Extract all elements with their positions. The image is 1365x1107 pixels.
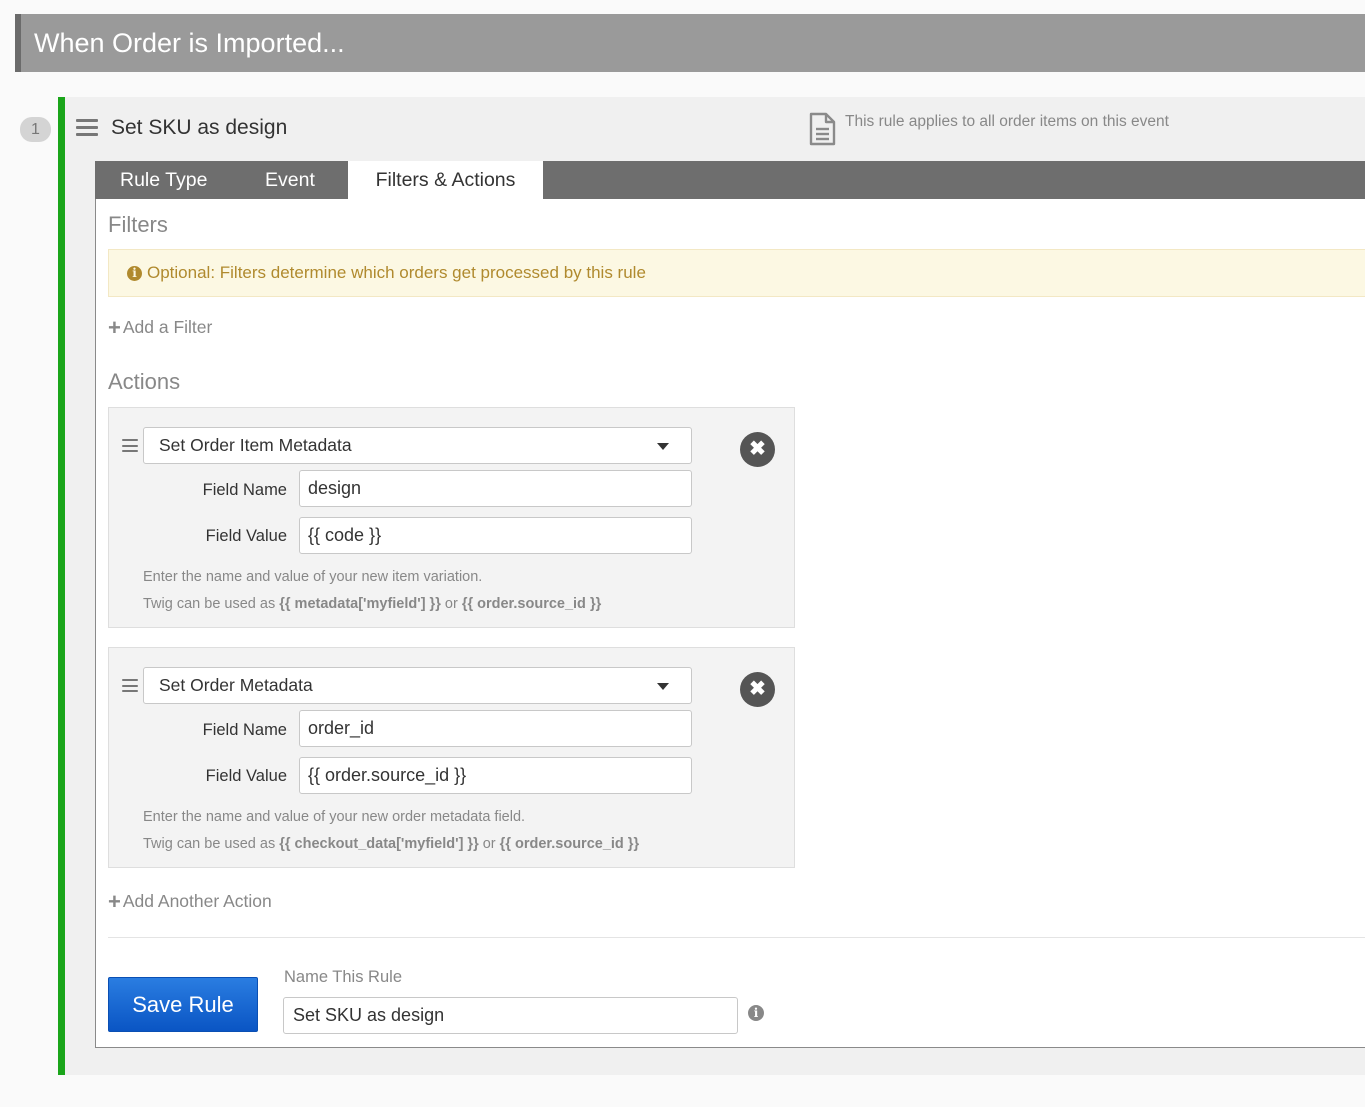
twig-example-1: {{ metadata['myfield'] }} xyxy=(279,596,441,612)
field-name-input[interactable]: design xyxy=(299,470,692,507)
action-type-select[interactable]: Set Order Metadata xyxy=(143,667,692,704)
event-title: When Order is Imported... xyxy=(34,28,345,58)
field-value-input[interactable]: {{ code }} xyxy=(299,517,692,554)
action-card: Set Order Metadata ✖ Field Name order_id… xyxy=(108,647,795,868)
twig-help-or: or xyxy=(478,836,500,852)
chevron-down-icon xyxy=(657,683,669,690)
twig-help-prefix: Twig can be used as xyxy=(143,836,280,852)
twig-help-prefix: Twig can be used as xyxy=(143,596,280,612)
divider xyxy=(108,937,1365,938)
event-header: When Order is Imported... xyxy=(15,14,1365,72)
action-twig-help: Twig can be used as {{ checkout_data['my… xyxy=(143,836,639,852)
twig-example-2: {{ order.source_id }} xyxy=(461,596,602,612)
filters-notice-text: Optional: Filters determine which orders… xyxy=(147,263,646,282)
actions-heading: Actions xyxy=(108,369,181,394)
action-type-select[interactable]: Set Order Item Metadata xyxy=(143,427,692,464)
tab-event[interactable]: Event xyxy=(265,161,315,199)
action-help-text: Enter the name and value of your new ord… xyxy=(143,809,526,825)
tab-filters-actions[interactable]: Filters & Actions xyxy=(348,161,543,199)
save-rule-button[interactable]: Save Rule xyxy=(108,977,258,1032)
drag-handle-icon[interactable] xyxy=(122,679,138,692)
filters-heading: Filters xyxy=(108,212,168,237)
field-name-label: Field Name xyxy=(202,721,287,739)
rule-name-input[interactable]: Set SKU as design xyxy=(283,997,738,1034)
plus-icon: + xyxy=(108,889,121,914)
action-help-text: Enter the name and value of your new ite… xyxy=(143,569,483,585)
add-filter-link[interactable]: + Add a Filter xyxy=(108,315,212,341)
filters-notice: i Optional: Filters determine which order… xyxy=(108,249,1365,297)
rule-tabs: Rule Type Event Filters & Actions xyxy=(95,161,1365,199)
info-icon[interactable]: i xyxy=(748,1005,764,1021)
rule-name-label: Name This Rule xyxy=(284,968,402,986)
rule-title[interactable]: Set SKU as design xyxy=(111,116,287,140)
rule-drag-handle-icon[interactable] xyxy=(76,119,98,136)
action-type-value: Set Order Metadata xyxy=(159,675,313,695)
field-value-input[interactable]: {{ order.source_id }} xyxy=(299,757,692,794)
document-icon xyxy=(809,112,836,151)
info-icon: i xyxy=(127,266,142,281)
plus-icon: + xyxy=(108,315,121,340)
field-name-input[interactable]: order_id xyxy=(299,710,692,747)
action-card: Set Order Item Metadata ✖ Field Name des… xyxy=(108,407,795,628)
tab-rule-type[interactable]: Rule Type xyxy=(120,161,207,199)
field-name-label: Field Name xyxy=(202,481,287,499)
twig-help-or: or xyxy=(440,596,462,612)
add-action-label: Add Another Action xyxy=(122,891,272,911)
rule-number-badge: 1 xyxy=(20,117,51,142)
rule-applies-note: This rule applies to all order items on … xyxy=(845,113,1169,130)
remove-action-button[interactable]: ✖ xyxy=(740,432,775,467)
drag-handle-icon[interactable] xyxy=(122,439,138,452)
chevron-down-icon xyxy=(657,443,669,450)
action-twig-help: Twig can be used as {{ metadata['myfield… xyxy=(143,596,601,612)
twig-example-1: {{ checkout_data['myfield'] }} xyxy=(279,836,479,852)
twig-example-2: {{ order.source_id }} xyxy=(499,836,640,852)
add-filter-label: Add a Filter xyxy=(122,317,213,337)
add-action-link[interactable]: + Add Another Action xyxy=(108,889,272,915)
field-value-label: Field Value xyxy=(205,767,287,785)
remove-action-button[interactable]: ✖ xyxy=(740,672,775,707)
field-value-label: Field Value xyxy=(205,527,287,545)
action-type-value: Set Order Item Metadata xyxy=(159,435,352,455)
